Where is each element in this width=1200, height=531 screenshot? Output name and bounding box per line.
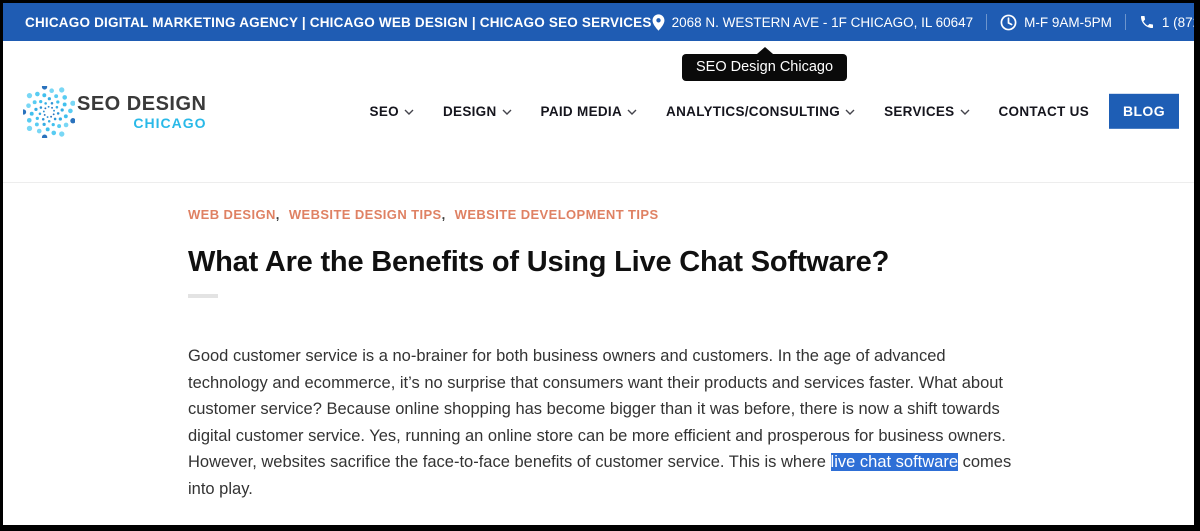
site-logo[interactable]: SEO DESIGN CHICAGO <box>23 86 206 138</box>
chevron-down-icon <box>845 109 855 115</box>
clock-icon <box>1000 14 1017 31</box>
agency-tagline: CHICAGO DIGITAL MARKETING AGENCY | CHICA… <box>25 15 652 30</box>
topbar-divider <box>1125 14 1126 30</box>
category-link-website-development-tips[interactable]: WEBSITE DEVELOPMENT TIPS <box>455 207 659 222</box>
logo-city: CHICAGO <box>77 116 206 130</box>
location-pin-icon <box>652 14 665 31</box>
top-info-bar: CHICAGO DIGITAL MARKETING AGENCY | CHICA… <box>3 3 1194 41</box>
nav-item-analytics-consulting[interactable]: ANALYTICS/CONSULTING <box>666 104 855 119</box>
article-title: What Are the Benefits of Using Live Chat… <box>188 246 1194 279</box>
top-info-right: 2068 N. WESTERN AVE - 1F CHICAGO, IL 606… <box>652 14 1200 31</box>
logo-tooltip: SEO Design Chicago <box>682 54 847 81</box>
main-nav: SEO DESIGN PAID MEDIA ANALYTICS/CONSULTI… <box>370 104 1089 119</box>
category-separator: , <box>442 207 446 222</box>
nav-item-contact-us[interactable]: CONTACT US <box>999 104 1090 119</box>
chevron-down-icon <box>404 109 414 115</box>
category-link-website-design-tips[interactable]: WEBSITE DESIGN TIPS <box>289 207 442 222</box>
nav-item-design[interactable]: DESIGN <box>443 104 512 119</box>
nav-item-services[interactable]: SERVICES <box>884 104 969 119</box>
chevron-down-icon <box>502 109 512 115</box>
phone-text[interactable]: 1 (872) 213-7314 <box>1162 15 1200 30</box>
address-text: 2068 N. WESTERN AVE - 1F CHICAGO, IL 606… <box>672 15 974 30</box>
phone-group[interactable]: 1 (872) 213-7314 <box>1139 14 1200 30</box>
live-chat-software-link[interactable]: live chat software <box>831 453 958 471</box>
nav-label: ANALYTICS/CONSULTING <box>666 104 840 119</box>
category-link-web-design[interactable]: WEB DESIGN <box>188 207 276 222</box>
hours-group: M-F 9AM-5PM <box>1000 14 1112 31</box>
category-separator: , <box>276 207 280 222</box>
topbar-divider <box>986 14 987 30</box>
nav-label: PAID MEDIA <box>541 104 623 119</box>
logo-name: SEO DESIGN <box>77 94 206 114</box>
address-group: 2068 N. WESTERN AVE - 1F CHICAGO, IL 606… <box>652 14 974 31</box>
title-divider <box>188 294 218 298</box>
nav-label: SERVICES <box>884 104 954 119</box>
page-frame: CHICAGO DIGITAL MARKETING AGENCY | CHICA… <box>0 0 1200 531</box>
chevron-down-icon <box>627 109 637 115</box>
pinwheel-logo-icon <box>23 86 75 138</box>
blog-button[interactable]: BLOG <box>1109 93 1179 128</box>
phone-icon <box>1139 14 1155 30</box>
article-content: WEB DESIGN, WEBSITE DESIGN TIPS, WEBSITE… <box>3 183 1194 503</box>
category-links: WEB DESIGN, WEBSITE DESIGN TIPS, WEBSITE… <box>188 207 1194 222</box>
hours-text: M-F 9AM-5PM <box>1024 15 1112 30</box>
site-header: SEO DESIGN CHICAGO SEO DESIGN PAID MEDIA… <box>3 41 1194 183</box>
nav-label: DESIGN <box>443 104 497 119</box>
article-paragraph: Good customer service is a no-brainer fo… <box>188 343 1026 503</box>
nav-item-seo[interactable]: SEO <box>370 104 414 119</box>
nav-item-paid-media[interactable]: PAID MEDIA <box>541 104 638 119</box>
chevron-down-icon <box>960 109 970 115</box>
nav-label: SEO <box>370 104 399 119</box>
nav-label: CONTACT US <box>999 104 1090 119</box>
logo-text: SEO DESIGN CHICAGO <box>77 94 206 130</box>
